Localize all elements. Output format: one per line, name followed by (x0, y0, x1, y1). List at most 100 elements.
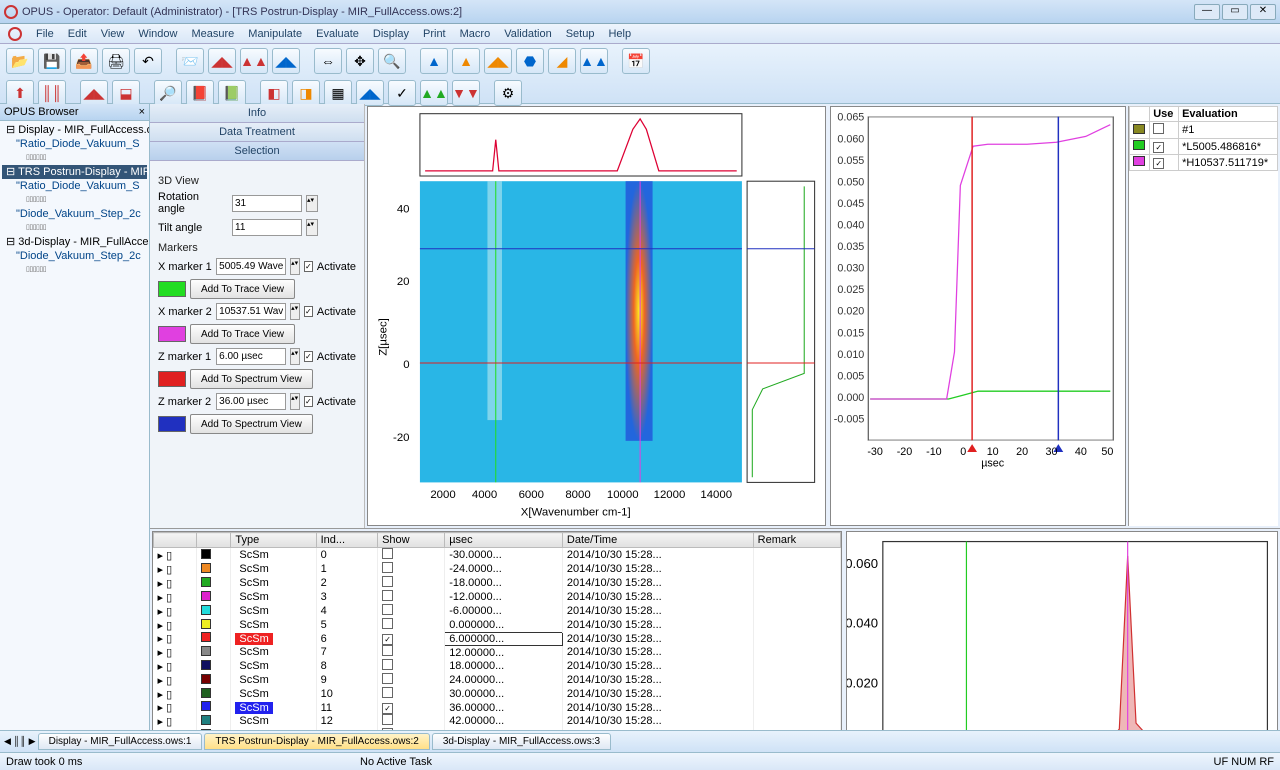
xm1-addtrace-button[interactable]: Add To Trace View (190, 279, 295, 299)
menu-validation[interactable]: Validation (504, 28, 552, 40)
menu-display[interactable]: Display (373, 28, 409, 40)
xm2-activate-check[interactable]: ✓ (304, 306, 313, 317)
table-row[interactable]: ▸ ▯ScSm11✓36.00000...2014/10/30 15:28... (154, 701, 841, 714)
tree-item[interactable]: "Diode_Vakuum_Step_2c (2, 249, 147, 263)
zm2-input[interactable] (216, 393, 286, 410)
prop-tab-selection[interactable]: Selection (150, 142, 364, 161)
rot-spinner[interactable]: ▴▾ (306, 195, 318, 212)
op1-icon[interactable]: ▲ (420, 48, 448, 74)
menu-edit[interactable]: Edit (68, 28, 87, 40)
t2-d-icon[interactable]: 📗 (218, 80, 246, 106)
app-menu-icon[interactable] (8, 27, 22, 41)
zm1-color[interactable] (158, 371, 186, 387)
arrows-icon[interactable]: ⇔ (314, 48, 342, 74)
zm1-addspec-button[interactable]: Add To Spectrum View (190, 369, 313, 389)
table-row[interactable]: ▸ ▯ScSm3-12.0000...2014/10/30 15:28... (154, 590, 841, 604)
t2-k-icon[interactable]: ▼▼ (452, 80, 480, 106)
menu-measure[interactable]: Measure (191, 28, 234, 40)
zm1-spinner[interactable]: ▴▾ (290, 348, 300, 365)
t2-peak-icon[interactable]: ⬆ (6, 80, 34, 106)
table-row[interactable]: ▸ ▯ScSm1-24.0000...2014/10/30 15:28... (154, 562, 841, 576)
table-row[interactable]: ▸ ▯ScSm712.00000...2014/10/30 15:28... (154, 645, 841, 659)
ws-tab-1[interactable]: Display - MIR_FullAccess.ows:1 (38, 733, 203, 750)
t2-i-icon[interactable]: ✓ (388, 80, 416, 106)
menu-setup[interactable]: Setup (566, 28, 595, 40)
op3-icon[interactable]: ◢◣ (484, 48, 512, 74)
t2-a-icon[interactable]: ◢◣ (80, 80, 108, 106)
zm1-input[interactable] (216, 348, 286, 365)
menu-macro[interactable]: Macro (460, 28, 491, 40)
t2-proc-icon[interactable]: ⚙ (494, 80, 522, 106)
map-plot[interactable]: 40 20 0 -20 Z[µsec] 20004000600080001000… (367, 106, 826, 526)
op6-icon[interactable]: ▲▲ (580, 48, 608, 74)
table-row[interactable]: ▸ ▯ScSm924.00000...2014/10/30 15:28... (154, 673, 841, 687)
peaks3-icon[interactable]: ◢◣ (272, 48, 300, 74)
tilt-spinner[interactable]: ▴▾ (306, 219, 318, 236)
menu-print[interactable]: Print (423, 28, 446, 40)
menu-manipulate[interactable]: Manipulate (248, 28, 302, 40)
table-row[interactable]: ▸ ▯ScSm50.000000...2014/10/30 15:28... (154, 618, 841, 632)
move-icon[interactable]: ✥ (346, 48, 374, 74)
peaks1-icon[interactable]: ◢◣ (208, 48, 236, 74)
table-row[interactable]: ▸ ▯ScSm4-6.00000...2014/10/30 15:28... (154, 604, 841, 618)
ws-tab-2[interactable]: TRS Postrun-Display - MIR_FullAccess.ows… (204, 733, 429, 750)
menu-file[interactable]: File (36, 28, 54, 40)
table-row[interactable]: ▸ ▯ScSm1242.00000...2014/10/30 15:28... (154, 714, 841, 728)
evaluation-table[interactable]: UseEvaluation #1✓*L5005.486816*✓*H10537.… (1129, 106, 1278, 171)
ws-tab-3[interactable]: 3d-Display - MIR_FullAccess.ows:3 (432, 733, 611, 750)
calendar-icon[interactable]: 📅 (622, 48, 650, 74)
unload-icon[interactable]: 📤 (70, 48, 98, 74)
xm1-color[interactable] (158, 281, 186, 297)
menu-window[interactable]: Window (138, 28, 177, 40)
table-row[interactable]: ▸ ▯ScSm1030.00000...2014/10/30 15:28... (154, 687, 841, 701)
t2-f-icon[interactable]: ◨ (292, 80, 320, 106)
xm1-input[interactable] (216, 258, 286, 275)
op5-icon[interactable]: ◢ (548, 48, 576, 74)
t2-g-icon[interactable]: ▦ (324, 80, 352, 106)
xm1-activate-check[interactable]: ✓ (304, 261, 313, 272)
xm2-input[interactable] (216, 303, 286, 320)
zm2-spinner[interactable]: ▴▾ (290, 393, 300, 410)
menu-help[interactable]: Help (608, 28, 631, 40)
prop-tab-data[interactable]: Data Treatment (150, 123, 364, 142)
t2-band-icon[interactable]: ║║ (38, 80, 66, 106)
minimize-button[interactable]: — (1194, 4, 1220, 20)
xm1-spinner[interactable]: ▴▾ (290, 258, 300, 275)
trace-plot[interactable]: 0.0650.0600.0550.0500.0450.0400.0350.030… (830, 106, 1126, 526)
table-row[interactable]: ▸ ▯ScSm0-30.0000...2014/10/30 15:28... (154, 548, 841, 563)
zm2-addspec-button[interactable]: Add To Spectrum View (190, 414, 313, 434)
tree-item[interactable]: ⊟ Display - MIR_FullAccess.ow (2, 123, 147, 137)
t2-h-icon[interactable]: ◢◣ (356, 80, 384, 106)
send-icon[interactable]: 📨 (176, 48, 204, 74)
browser-tree[interactable]: ⊟ Display - MIR_FullAccess.ow"Ratio_Diod… (0, 121, 149, 730)
maximize-button[interactable]: ▭ (1222, 4, 1248, 20)
prop-tab-info[interactable]: Info (150, 104, 364, 123)
tree-item[interactable]: "Ratio_Diode_Vakuum_S (2, 179, 147, 193)
t2-search-icon[interactable]: 🔎 (154, 80, 182, 106)
tilt-input[interactable] (232, 219, 302, 236)
save-icon[interactable]: 💾 (38, 48, 66, 74)
menu-evaluate[interactable]: Evaluate (316, 28, 359, 40)
tree-item[interactable]: "Ratio_Diode_Vakuum_S (2, 137, 147, 151)
t2-j-icon[interactable]: ▲▲ (420, 80, 448, 106)
t2-c-icon[interactable]: 📕 (186, 80, 214, 106)
close-button[interactable]: ✕ (1250, 4, 1276, 20)
xm2-addtrace-button[interactable]: Add To Trace View (190, 324, 295, 344)
table-row[interactable]: ▸ ▯ScSm818.00000...2014/10/30 15:28... (154, 659, 841, 673)
tree-item[interactable]: "Diode_Vakuum_Step_2c (2, 207, 147, 221)
peaks2-icon[interactable]: ▲▲ (240, 48, 268, 74)
undo-icon[interactable]: ↶ (134, 48, 162, 74)
zm1-activate-check[interactable]: ✓ (304, 351, 313, 362)
spectrum-list-table[interactable]: TypeInd...ShowµsecDate/TimeRemark ▸ ▯ScS… (152, 531, 842, 730)
open-icon[interactable]: 📂 (6, 48, 34, 74)
t2-e-icon[interactable]: ◧ (260, 80, 288, 106)
xm2-color[interactable] (158, 326, 186, 342)
op2-icon[interactable]: ▲ (452, 48, 480, 74)
menu-view[interactable]: View (101, 28, 125, 40)
tree-item[interactable]: ⊟ TRS Postrun-Display - MIR_F (2, 165, 147, 179)
browser-pin-icon[interactable]: × (139, 106, 145, 118)
print-icon[interactable]: 🖨 (102, 48, 130, 74)
op4-icon[interactable]: ⬣ (516, 48, 544, 74)
spectrum-plot[interactable]: 0.0600.0400.0200.000 9406.9 11725.9 2000… (846, 531, 1278, 730)
table-row[interactable]: ▸ ▯ScSm2-18.0000...2014/10/30 15:28... (154, 576, 841, 590)
